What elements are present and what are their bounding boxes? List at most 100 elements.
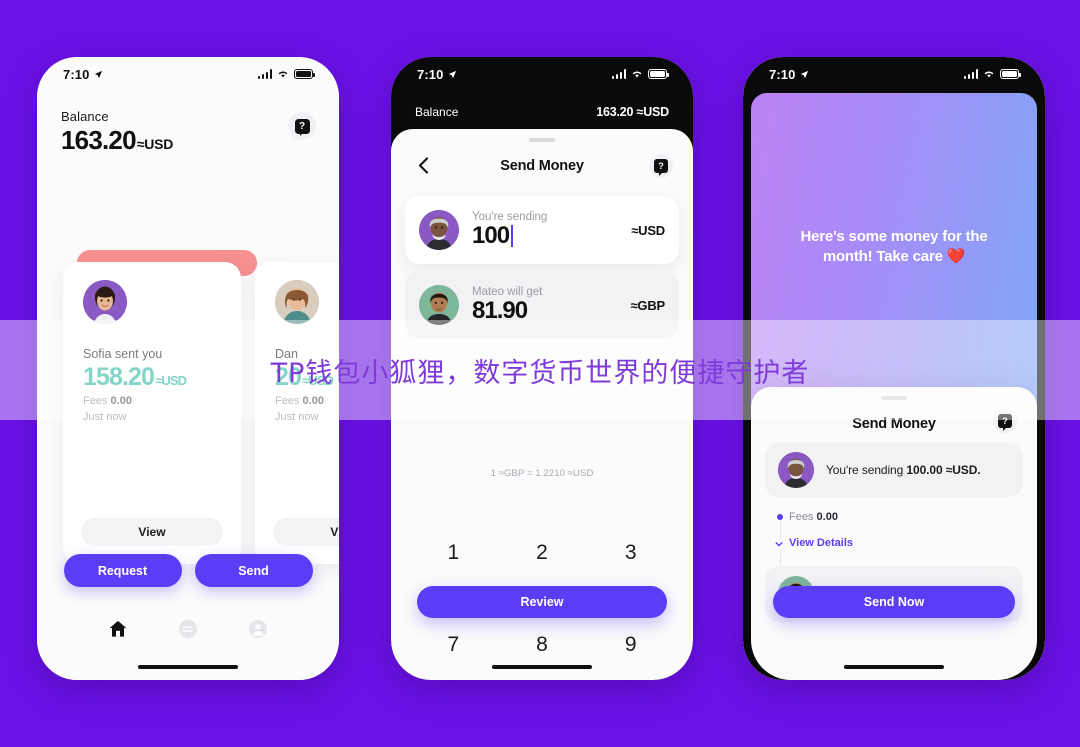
balance-label: Balance [61, 109, 109, 124]
status-time: 7:10 [769, 66, 796, 82]
battery-icon [648, 69, 670, 79]
sidebar-item-libra[interactable] [177, 618, 199, 640]
transaction-amount-row: 20 ≈USD [275, 363, 334, 392]
battery-icon [294, 69, 316, 79]
phone-mockup-review: 7:10 Here's some money for the month! Ta… [743, 57, 1045, 680]
gradient-message-canvas: Here's some money for the month! Take ca… [751, 93, 1037, 423]
review-sheet: Send Money ? You're sending 100.00 ≈USD. [751, 387, 1037, 680]
status-time-group: 7:10 [417, 67, 457, 82]
transaction-time: Just now [275, 411, 319, 423]
sending-value-row[interactable]: 100 [472, 221, 631, 250]
transaction-card[interactable]: Sofia sent you 158.20 ≈USD Fees 0.00 Jus… [63, 262, 241, 564]
transaction-fees: Fees 0.00 [275, 395, 324, 407]
status-indicators [611, 69, 670, 79]
balance-currency: ≈USD [136, 136, 174, 152]
phone1-screen: 7:10 Balance 163.20 ≈USD ? Sofia sent yo… [37, 57, 339, 680]
sending-amount-block: You're sending 100 [472, 211, 631, 250]
balance-amount: 163.20 [61, 125, 137, 155]
help-question-icon: ? [654, 159, 668, 173]
home-indicator [138, 664, 238, 669]
transaction-amount: 158.20 [83, 363, 155, 391]
wifi-icon [278, 71, 288, 78]
request-button[interactable]: Request [63, 554, 182, 587]
phone2-status-bar: 7:10 [391, 57, 693, 91]
view-button[interactable]: View [273, 518, 339, 546]
fees-row: Fees 0.00 [789, 511, 838, 523]
key-backspace[interactable] [586, 677, 675, 680]
send-now-button[interactable]: Send Now [773, 586, 1015, 618]
status-time-group: 7:10 [63, 67, 103, 82]
sidebar-item-home[interactable] [107, 618, 129, 640]
battery-icon [1000, 69, 1022, 79]
key-0[interactable]: 0 [498, 677, 587, 680]
sheet-header: Send Money [391, 151, 693, 181]
receiving-currency: ≈GBP [630, 297, 665, 313]
send-button[interactable]: Send [194, 554, 313, 587]
phone2-dark-header: 7:10 Balance 163.20 ≈USD [391, 57, 693, 129]
transaction-currency: ≈USD [155, 373, 187, 388]
balance-amount-row: 163.20 ≈USD [61, 125, 173, 156]
receiving-amount-card[interactable]: Mateo will get 81.90 ≈GBP [405, 271, 679, 339]
cellular-bars-icon [257, 69, 272, 79]
balance-block: Balance 163.20 ≈USD [61, 109, 173, 156]
balance-amount: 163.20 ≈USD [596, 105, 669, 119]
sheet-grabber[interactable] [881, 396, 907, 400]
wifi-icon [984, 71, 994, 78]
avatar-illustration-sofia [83, 280, 127, 324]
status-indicators [257, 69, 316, 79]
key-decimal[interactable]: . [409, 677, 498, 680]
help-question-icon: ? [998, 414, 1012, 428]
help-question-icon: ? [294, 118, 310, 134]
page-title: Send Money [500, 158, 584, 174]
sheet-grabber[interactable] [529, 138, 555, 142]
key-1[interactable]: 1 [409, 539, 498, 567]
key-8[interactable]: 8 [498, 631, 587, 659]
location-arrow-icon [95, 70, 103, 78]
sending-amount-card[interactable]: You're sending 100 ≈USD [405, 196, 679, 264]
avatar [83, 280, 127, 324]
avatar-illustration-mateo [419, 285, 459, 325]
cellular-bars-icon [611, 69, 626, 79]
key-7[interactable]: 7 [409, 631, 498, 659]
transaction-fees: Fees 0.00 [83, 395, 132, 407]
sidebar-item-profile[interactable] [247, 618, 269, 640]
key-2[interactable]: 2 [498, 539, 587, 567]
phone-mockup-send: 7:10 Balance 163.20 ≈USD Send Money ? Yo… [391, 57, 693, 680]
transaction-name: Dan [275, 347, 298, 361]
avatar-illustration-sender [778, 452, 814, 488]
status-time-group: 7:10 [769, 67, 809, 82]
chevron-down-icon [773, 537, 785, 550]
action-button-row: Request Send [37, 554, 339, 587]
help-button[interactable]: ? [993, 409, 1017, 433]
money-message-text: Here's some money for the month! Take ca… [800, 228, 988, 265]
key-9[interactable]: 9 [586, 631, 675, 659]
review-button[interactable]: Review [417, 586, 667, 618]
receiving-value: 81.90 [472, 296, 528, 324]
avatar-illustration-sender [419, 210, 459, 250]
status-time: 7:10 [417, 66, 444, 82]
avatar [419, 285, 459, 325]
sending-label: You're sending [472, 210, 548, 223]
phone2-screen: 7:10 Balance 163.20 ≈USD Send Money ? Yo… [391, 57, 693, 680]
phone2-balance-row: Balance 163.20 ≈USD [415, 105, 669, 119]
location-arrow-icon [801, 70, 809, 78]
view-details-link[interactable]: View Details [789, 537, 853, 549]
sending-currency: ≈USD [631, 222, 665, 238]
avatar-illustration-dan [275, 280, 319, 324]
phone-mockup-home: 7:10 Balance 163.20 ≈USD ? Sofia sent yo… [37, 57, 339, 680]
location-arrow-icon [449, 70, 457, 78]
review-sending-text: You're sending 100.00 ≈USD. [826, 463, 981, 477]
sending-value: 100 [472, 221, 510, 249]
wifi-icon [632, 71, 642, 78]
bottom-tab-bar [37, 618, 339, 640]
help-button[interactable]: ? [649, 154, 673, 178]
phone1-status-bar: 7:10 [37, 57, 339, 91]
receiving-amount-block: Mateo will get 81.90 [472, 286, 630, 325]
home-icon [109, 620, 127, 637]
transaction-card[interactable]: Dan 20 ≈USD Fees 0.00 Just now View [255, 262, 339, 564]
transaction-card-strip: Sofia sent you 158.20 ≈USD Fees 0.00 Jus… [37, 250, 339, 572]
key-3[interactable]: 3 [586, 539, 675, 567]
help-button[interactable]: ? [288, 112, 316, 140]
send-money-sheet: Send Money ? You're sending 100 ≈USD Mat… [391, 129, 693, 680]
view-button[interactable]: View [81, 518, 223, 546]
